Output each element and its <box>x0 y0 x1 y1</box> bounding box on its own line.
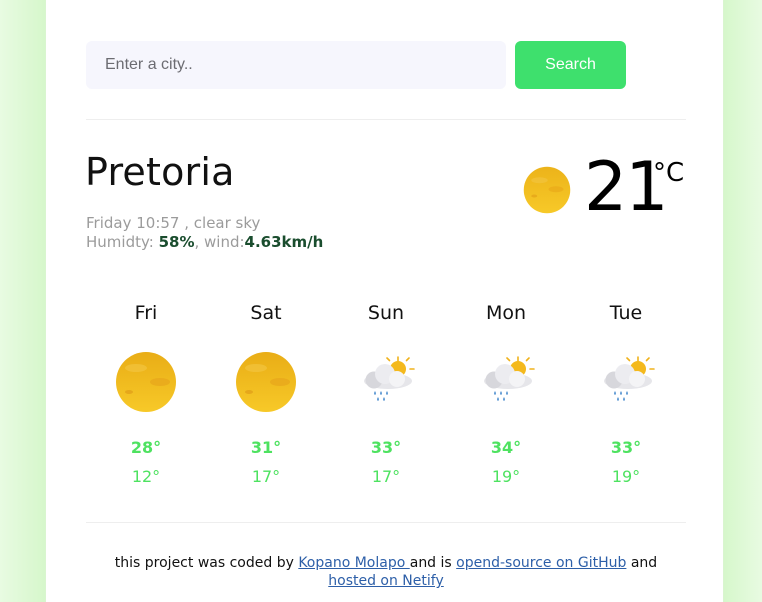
sun-icon <box>236 352 296 412</box>
footer: this project was coded by Kopano Molapo … <box>86 554 686 590</box>
github-link[interactable]: opend-source on GitHub <box>456 555 626 571</box>
forecast-day: Sat 31° 17° <box>206 296 326 487</box>
separator: , <box>179 214 194 232</box>
forecast-day: Sun 33° 17° <box>326 296 446 487</box>
divider-bottom <box>86 522 686 523</box>
forecast-day-name: Sun <box>367 302 405 324</box>
sun-icon <box>116 352 176 412</box>
forecast-day-name: Sat <box>250 302 282 324</box>
forecast-day: Fri 28° 12° <box>86 296 206 487</box>
forecast-low: 17° <box>371 467 401 486</box>
forecast: Fri 28° 12° Sat 31° 17° Sun 33° 17° Mon … <box>86 296 686 506</box>
forecast-high: 33° <box>610 438 642 457</box>
forecast-high: 31° <box>250 438 282 457</box>
forecast-low: 12° <box>131 467 161 486</box>
divider-top <box>86 119 686 120</box>
page-background-right <box>724 0 762 602</box>
humidity-wind-line: Humidty: 58%, wind:4.63km/h <box>86 233 323 252</box>
rain-cloud-sun-icon <box>604 356 655 401</box>
netlify-link[interactable]: hosted on Netify <box>328 573 444 589</box>
wind-value: 4.63km/h <box>244 233 324 251</box>
forecast-low: 17° <box>251 467 281 486</box>
forecast-day: Mon 34° 19° <box>446 296 566 487</box>
humidity-value: 58% <box>158 233 195 251</box>
forecast-day-name: Fri <box>134 302 158 324</box>
forecast-high: 34° <box>490 438 522 457</box>
weather-description: clear sky <box>193 214 261 232</box>
page-background-left <box>0 0 45 602</box>
wind-label: , wind: <box>194 233 245 251</box>
forecast-low: 19° <box>491 467 521 486</box>
forecast-high: 33° <box>370 438 402 457</box>
weather-card: Search Pretoria Friday 10:57 , clear sky… <box>45 0 724 602</box>
search-button[interactable]: Search <box>515 41 626 89</box>
date-description-line: Friday 10:57 , clear sky <box>86 214 323 233</box>
footer-text: this project was coded by <box>114 555 299 571</box>
day-time: Friday 10:57 <box>86 214 180 232</box>
forecast-day-name: Tue <box>609 302 643 324</box>
city-search-input[interactable] <box>86 41 506 89</box>
author-link[interactable]: Kopano Molapo <box>298 555 409 571</box>
footer-text: and <box>626 555 658 571</box>
city-name: Pretoria <box>85 150 235 194</box>
rain-cloud-sun-icon <box>364 356 415 401</box>
humidity-label: Humidty: <box>86 233 159 251</box>
forecast-low: 19° <box>611 467 641 486</box>
temperature-unit: °C <box>653 158 685 188</box>
footer-text: and is <box>409 555 457 571</box>
forecast-day: Tue 33° 19° <box>566 296 686 487</box>
forecast-high: 28° <box>130 438 162 457</box>
rain-cloud-sun-icon <box>484 356 535 401</box>
current-details: Friday 10:57 , clear sky Humidty: 58%, w… <box>86 214 323 252</box>
forecast-day-name: Mon <box>485 302 527 324</box>
sun-icon <box>523 166 571 214</box>
